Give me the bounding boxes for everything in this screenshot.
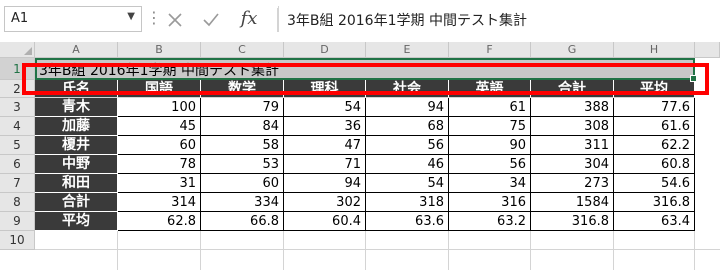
column-header-g[interactable]: G bbox=[531, 42, 614, 58]
data-cell[interactable]: 66.8 bbox=[201, 212, 284, 231]
data-cell[interactable]: 94 bbox=[366, 98, 449, 117]
row-header-6[interactable]: 6 bbox=[0, 155, 35, 174]
gridline bbox=[117, 231, 118, 270]
row-header-7[interactable]: 7 bbox=[0, 174, 35, 193]
row-header-4[interactable]: 4 bbox=[0, 117, 35, 136]
close-icon bbox=[168, 12, 182, 27]
fx-icon: fx bbox=[240, 8, 258, 29]
row-header-3[interactable]: 3 bbox=[0, 98, 35, 117]
chevron-down-icon[interactable]: ▼ bbox=[127, 11, 135, 22]
data-cell[interactable]: 34 bbox=[449, 174, 531, 193]
formula-content: 3年B組 2016年1学期 中間テスト集計 bbox=[287, 13, 527, 29]
data-cell[interactable]: 314 bbox=[118, 193, 201, 212]
row-header-5[interactable]: 5 bbox=[0, 136, 35, 155]
data-cell[interactable]: 56 bbox=[449, 155, 531, 174]
column-header-a[interactable]: A bbox=[35, 42, 118, 58]
data-cell[interactable]: 302 bbox=[284, 193, 366, 212]
gridline bbox=[530, 231, 531, 270]
data-cell[interactable]: 60 bbox=[118, 136, 201, 155]
data-cell[interactable]: 58 bbox=[201, 136, 284, 155]
cancel-button[interactable] bbox=[160, 6, 190, 32]
data-cell[interactable]: 78 bbox=[118, 155, 201, 174]
data-cell[interactable]: 304 bbox=[531, 155, 614, 174]
gridline bbox=[200, 231, 201, 270]
data-cell[interactable]: 61 bbox=[449, 98, 531, 117]
highlight-box bbox=[22, 63, 709, 95]
data-cell[interactable]: 1584 bbox=[531, 193, 614, 212]
gridline bbox=[613, 231, 614, 270]
data-cell[interactable]: 53 bbox=[201, 155, 284, 174]
data-cell[interactable]: 36 bbox=[284, 117, 366, 136]
data-cell[interactable]: 45 bbox=[118, 117, 201, 136]
data-cell[interactable]: 94 bbox=[284, 174, 366, 193]
gridline bbox=[694, 231, 695, 270]
select-all-button[interactable] bbox=[0, 42, 35, 58]
data-cell[interactable]: 273 bbox=[531, 174, 614, 193]
data-cell[interactable]: 54.6 bbox=[614, 174, 695, 193]
row-label-cell[interactable]: 合計 bbox=[35, 193, 118, 212]
formula-bar: A1 ▼ ⋮ fx 3年B組 2016年1学期 中間テスト集計 bbox=[0, 0, 720, 42]
column-header-c[interactable]: C bbox=[201, 42, 284, 58]
data-cell[interactable]: 47 bbox=[284, 136, 366, 155]
data-cell[interactable]: 311 bbox=[531, 136, 614, 155]
empty-row bbox=[35, 231, 720, 250]
column-header-f[interactable]: F bbox=[449, 42, 531, 58]
row-label-cell[interactable]: 榎井 bbox=[35, 136, 118, 155]
data-cell[interactable]: 71 bbox=[284, 155, 366, 174]
data-cell[interactable]: 316.8 bbox=[614, 193, 695, 212]
data-cell[interactable]: 60.4 bbox=[284, 212, 366, 231]
data-cell[interactable]: 334 bbox=[201, 193, 284, 212]
data-cell[interactable]: 63.2 bbox=[449, 212, 531, 231]
data-cell[interactable]: 316.8 bbox=[531, 212, 614, 231]
data-cell[interactable]: 60.8 bbox=[614, 155, 695, 174]
data-cell[interactable]: 84 bbox=[201, 117, 284, 136]
data-cell[interactable]: 56 bbox=[366, 136, 449, 155]
data-cell[interactable]: 75 bbox=[449, 117, 531, 136]
column-header-e[interactable]: E bbox=[366, 42, 449, 58]
data-cell[interactable]: 316 bbox=[449, 193, 531, 212]
row-header-9[interactable]: 9 bbox=[0, 212, 35, 231]
formula-input[interactable]: 3年B組 2016年1学期 中間テスト集計 bbox=[278, 6, 718, 32]
gridline bbox=[283, 231, 284, 270]
row-header-10[interactable]: 10 bbox=[0, 231, 35, 250]
row-label-cell[interactable]: 平均 bbox=[35, 212, 118, 231]
data-cell[interactable]: 62.2 bbox=[614, 136, 695, 155]
data-cell[interactable]: 77.6 bbox=[614, 98, 695, 117]
checkmark-icon bbox=[203, 12, 219, 26]
data-cell[interactable]: 68 bbox=[366, 117, 449, 136]
name-box[interactable]: A1 ▼ bbox=[4, 6, 142, 32]
data-cell[interactable]: 90 bbox=[449, 136, 531, 155]
enter-button[interactable] bbox=[196, 6, 226, 32]
data-cell[interactable]: 31 bbox=[118, 174, 201, 193]
column-header-d[interactable]: D bbox=[284, 42, 366, 58]
column-header-b[interactable]: B bbox=[118, 42, 201, 58]
insert-function-button[interactable]: fx bbox=[234, 6, 264, 32]
gridline bbox=[448, 231, 449, 270]
row-label-cell[interactable]: 中野 bbox=[35, 155, 118, 174]
data-cell[interactable]: 308 bbox=[531, 117, 614, 136]
spreadsheet-grid: ABCDEFGH 1 2 3 4 5 6 7 8 9 10 氏名 国語 数学 理科 社会 英語 合計 平均 青木 1… bbox=[0, 42, 720, 270]
column-header-filler bbox=[695, 42, 720, 58]
row-label-cell[interactable]: 加藤 bbox=[35, 117, 118, 136]
data-cell[interactable]: 388 bbox=[531, 98, 614, 117]
data-cell[interactable]: 79 bbox=[201, 98, 284, 117]
data-cell[interactable]: 46 bbox=[366, 155, 449, 174]
row-header-8[interactable]: 8 bbox=[0, 193, 35, 212]
data-cell[interactable]: 100 bbox=[118, 98, 201, 117]
data-cell[interactable]: 62.8 bbox=[118, 212, 201, 231]
data-cell[interactable]: 54 bbox=[284, 98, 366, 117]
data-cell[interactable]: 63.6 bbox=[366, 212, 449, 231]
column-header-h[interactable]: H bbox=[614, 42, 695, 58]
data-cell[interactable]: 61.6 bbox=[614, 117, 695, 136]
row-label-cell[interactable]: 青木 bbox=[35, 98, 118, 117]
data-cell[interactable]: 60 bbox=[201, 174, 284, 193]
more-options-icon[interactable]: ⋮ bbox=[146, 6, 162, 32]
data-cell[interactable]: 63.4 bbox=[614, 212, 695, 231]
row-label-cell[interactable]: 和田 bbox=[35, 174, 118, 193]
data-cell[interactable]: 318 bbox=[366, 193, 449, 212]
name-box-value: A1 bbox=[11, 11, 29, 26]
gridline bbox=[365, 231, 366, 270]
data-cell[interactable]: 54 bbox=[366, 174, 449, 193]
